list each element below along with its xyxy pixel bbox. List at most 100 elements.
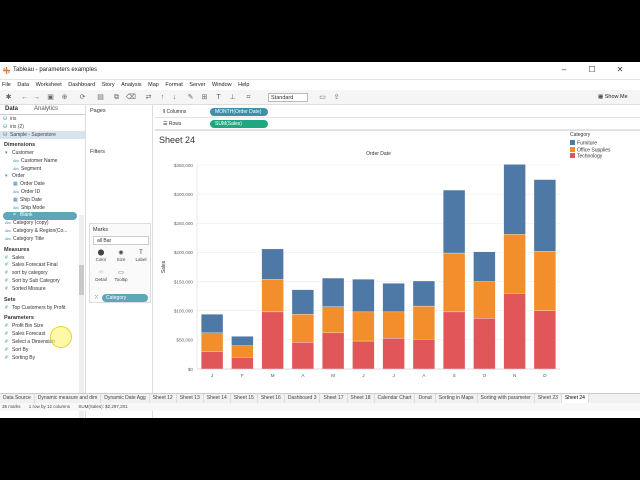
menu-worksheet[interactable]: Worksheet bbox=[36, 80, 62, 90]
rows-pill[interactable]: SUM(Sales) bbox=[210, 120, 268, 128]
measure-field-label: Sorted Missure bbox=[12, 285, 46, 292]
string-icon: Abc bbox=[5, 221, 12, 226]
sheet-tab[interactable]: Dynamic Date Agg bbox=[101, 394, 150, 403]
minimize-button[interactable]: – bbox=[550, 64, 578, 76]
sheet-tab[interactable]: Sheet 14 bbox=[204, 394, 231, 403]
parameter-field[interactable]: # Sorting By bbox=[0, 355, 85, 363]
sort-ascending-icon[interactable]: ↑ bbox=[158, 93, 167, 102]
measure-field[interactable]: # Sales Forecast Final bbox=[0, 262, 85, 270]
parameter-field-label: Profit Bin Size bbox=[12, 323, 44, 330]
group-icon[interactable]: ⊞ bbox=[200, 93, 209, 102]
parameter-field[interactable]: # Select a Dimension bbox=[0, 339, 85, 347]
dimension-field[interactable]: ▦ Ship Date bbox=[0, 197, 85, 205]
menu-server[interactable]: Server bbox=[189, 80, 205, 90]
sheet-tab[interactable]: Sheet 17 bbox=[320, 394, 348, 403]
presentation-icon[interactable]: ▭ bbox=[318, 93, 327, 102]
measure-icon: # bbox=[5, 270, 8, 277]
sheet-tab[interactable]: Sheet 23 bbox=[535, 394, 562, 403]
sheet-tab[interactable]: Sheet 18 bbox=[348, 394, 375, 403]
menu-data[interactable]: Data bbox=[17, 80, 29, 90]
size-button[interactable]: ◉ Size bbox=[112, 249, 130, 265]
dimension-field[interactable]: Abc Customer Name bbox=[0, 158, 85, 166]
sheet-tab[interactable]: Sheet 13 bbox=[177, 394, 204, 403]
pause-updates-icon[interactable]: ⟳ bbox=[78, 93, 87, 102]
label-button[interactable]: T Label bbox=[132, 249, 150, 265]
show-me-button[interactable]: ▦ Show Me bbox=[598, 93, 628, 102]
dimension-field[interactable]: Abc Category (copy) bbox=[0, 220, 85, 228]
sort-descending-icon[interactable]: ↓ bbox=[170, 93, 179, 102]
menu-map[interactable]: Map bbox=[148, 80, 159, 90]
mark-type-select[interactable]: all Bar bbox=[93, 236, 149, 245]
columns-shelf[interactable]: ⫴ Columns MONTH(Order Date) bbox=[155, 106, 640, 118]
tab-data[interactable]: Data bbox=[5, 106, 18, 112]
sheet-tab[interactable]: Sorting in Maps bbox=[436, 394, 478, 403]
datasource-item[interactable]: ⛁ Sample - Superstore bbox=[0, 131, 85, 139]
share-icon[interactable]: ⇪ bbox=[332, 93, 341, 102]
menu-story[interactable]: Story bbox=[102, 80, 115, 90]
sheet-tab[interactable]: Sheet 24 bbox=[561, 394, 589, 403]
sheet-tab[interactable]: Sorting with parameter bbox=[478, 394, 535, 403]
sheet-tab[interactable]: Donut bbox=[415, 394, 436, 403]
dimension-field[interactable]: Abc Segment bbox=[0, 166, 85, 174]
parameter-field[interactable]: # Sort By bbox=[0, 347, 85, 355]
menu-format[interactable]: Format bbox=[165, 80, 182, 90]
dimension-field[interactable]: Abc Ship Mode bbox=[0, 205, 85, 213]
format-icon[interactable]: ⌗ bbox=[244, 93, 253, 102]
sheet-tab[interactable]: Dynamic measure and dim bbox=[35, 394, 102, 403]
tooltip-button[interactable]: ▭ Tooltip bbox=[112, 269, 130, 285]
bar-segment-technology bbox=[231, 357, 254, 370]
detail-button[interactable]: ⁘ Detail bbox=[92, 269, 110, 285]
dimension-field[interactable]: Abc Category & Region(Co... bbox=[0, 228, 85, 236]
menu-help[interactable]: Help bbox=[238, 80, 249, 90]
dimension-field[interactable]: = Blank bbox=[3, 212, 77, 221]
new-datasource-icon[interactable]: ⊕ bbox=[60, 93, 69, 102]
dimension-field[interactable]: ▦ Order Date bbox=[0, 181, 85, 189]
close-button[interactable]: ✕ bbox=[606, 64, 634, 76]
legend-item-technology[interactable]: Technology bbox=[570, 153, 638, 160]
menu-file[interactable]: File bbox=[2, 80, 11, 90]
category-color-pill[interactable]: Category bbox=[102, 294, 148, 302]
dimension-field[interactable]: ▾ Customer bbox=[0, 150, 85, 158]
measure-field[interactable]: # Sorted Missure bbox=[0, 286, 85, 294]
data-pane-scrollbar[interactable] bbox=[79, 215, 84, 418]
sheet-tab[interactable]: Calendar Chart bbox=[375, 394, 416, 403]
measure-field[interactable]: # Sort by Sub Category bbox=[0, 278, 85, 286]
menu-dashboard[interactable]: Dashboard bbox=[68, 80, 95, 90]
sheet-tab[interactable]: Data Source bbox=[0, 394, 35, 403]
save-icon[interactable]: ▣ bbox=[46, 93, 55, 102]
dimension-field[interactable]: ▾ Order bbox=[0, 173, 85, 181]
date-icon: ▦ bbox=[13, 181, 18, 188]
dimension-field[interactable]: Abc Category Title bbox=[0, 236, 85, 244]
color-button[interactable]: ⬤ Color bbox=[92, 249, 110, 265]
view-fit-select[interactable]: Standard bbox=[268, 93, 308, 102]
sheet-tab[interactable]: Sheet 15 bbox=[231, 394, 258, 403]
scrollbar-thumb[interactable] bbox=[79, 265, 84, 295]
dimension-field[interactable]: Abc Order ID bbox=[0, 189, 85, 197]
rows-shelf[interactable]: ☰ Rows SUM(Sales) bbox=[155, 118, 640, 130]
tableau-home-icon[interactable]: ✱ bbox=[4, 93, 13, 102]
tab-analytics[interactable]: Analytics bbox=[34, 106, 58, 112]
forward-icon[interactable]: → bbox=[32, 93, 41, 102]
parameter-field[interactable]: # Sales Forecast bbox=[0, 331, 85, 339]
fix-axes-icon[interactable]: ⊥ bbox=[228, 93, 237, 102]
parameter-field[interactable]: # Profit Bin Size bbox=[0, 323, 85, 331]
datasource-item[interactable]: ⛁ iris bbox=[0, 115, 85, 123]
sheet-tab[interactable]: Sheet 12 bbox=[150, 394, 177, 403]
sheet-tab[interactable]: Sheet 16 bbox=[258, 394, 285, 403]
set-field[interactable]: # Top Customers by Profit bbox=[0, 305, 85, 313]
back-icon[interactable]: ← bbox=[20, 93, 29, 102]
measure-field[interactable]: # sort by category bbox=[0, 270, 85, 278]
menu-window[interactable]: Window bbox=[212, 80, 232, 90]
swap-icon[interactable]: ⇄ bbox=[144, 93, 153, 102]
maximize-button[interactable]: ☐ bbox=[578, 64, 606, 76]
sheet-tab[interactable]: Dashboard 3 bbox=[285, 394, 321, 403]
menu-analysis[interactable]: Analysis bbox=[121, 80, 141, 90]
duplicate-icon[interactable]: ⧉ bbox=[112, 93, 121, 102]
clear-sheet-icon[interactable]: ⌫ bbox=[126, 93, 136, 102]
highlight-icon[interactable]: ✎ bbox=[186, 93, 195, 102]
measure-field[interactable]: # Sales bbox=[0, 255, 85, 263]
datasource-item[interactable]: ⛁ iris (2) bbox=[0, 123, 85, 131]
new-worksheet-icon[interactable]: ▤ bbox=[96, 93, 105, 102]
label-icon[interactable]: T bbox=[214, 93, 223, 102]
columns-pill[interactable]: MONTH(Order Date) bbox=[210, 108, 268, 116]
